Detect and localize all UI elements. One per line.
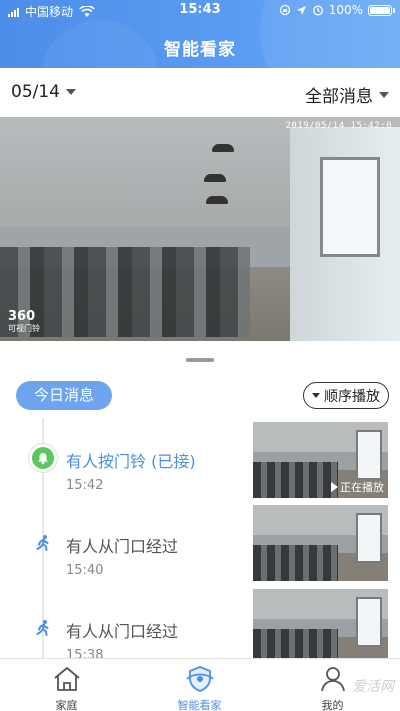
drag-handle[interactable]	[186, 358, 214, 362]
now-playing-indicator: 正在播放	[331, 479, 384, 495]
walking-person-icon	[32, 532, 54, 554]
brand-logo: 360 可视门铃	[8, 309, 40, 333]
filter-bar: 05/14 全部消息	[0, 68, 400, 116]
profile-icon	[320, 667, 345, 692]
event-label: 有人从门口经过	[66, 622, 179, 641]
tab-smart-home-watch[interactable]: 智能看家	[133, 659, 266, 711]
live-video-player[interactable]: 2019/05/14 15:42:0 360 可视门铃	[0, 117, 400, 341]
shield-icon	[185, 666, 214, 692]
home-icon	[53, 667, 80, 691]
walking-person-icon	[32, 617, 54, 639]
sequence-play-button[interactable]: 顺序播放	[303, 382, 389, 409]
message-type-value: 全部消息	[305, 87, 373, 107]
ceiling-lamp	[204, 174, 226, 182]
page-title: 智能看家	[164, 40, 236, 60]
message-type-dropdown[interactable]: 全部消息	[305, 82, 389, 107]
event-thumbnail[interactable]: 正在播放	[253, 422, 388, 498]
event-time: 15:40	[66, 563, 104, 578]
caret-down-icon	[66, 89, 76, 95]
app-header: 中国移动 15:43 100% 智能看家	[0, 0, 400, 68]
location-icon	[296, 5, 306, 15]
list-item[interactable]: 有人从门口经过 15:40	[0, 505, 400, 585]
caret-down-icon	[312, 393, 320, 398]
today-messages-label: 今日消息	[16, 381, 112, 410]
tab-home[interactable]: 家庭	[0, 659, 133, 711]
list-item[interactable]: 有人从门口经过 15:38	[0, 589, 400, 669]
event-thumbnail[interactable]	[253, 505, 388, 581]
event-label: 有人按门铃 (已接)	[66, 452, 196, 471]
status-bar: 中国移动 15:43 100%	[0, 0, 400, 22]
play-icon	[331, 482, 338, 492]
watermark: 爱活网	[352, 679, 394, 695]
orientation-lock-icon	[279, 4, 290, 16]
date-dropdown[interactable]: 05/14	[11, 82, 76, 102]
event-label: 有人从门口经过	[66, 537, 179, 556]
battery-icon	[368, 4, 395, 16]
caret-down-icon	[379, 91, 389, 98]
video-timestamp: 2019/05/14 15:42:0	[285, 121, 392, 131]
bottom-tab-bar: 家庭 智能看家 我的	[0, 658, 400, 711]
battery-percent: 100%	[328, 3, 363, 17]
event-time: 15:42	[66, 478, 104, 493]
list-item[interactable]: 有人按门铃 (已接) 15:42 正在播放	[0, 422, 400, 502]
date-value: 05/14	[11, 82, 60, 102]
ceiling-lamp	[206, 196, 228, 204]
event-thumbnail[interactable]	[253, 589, 388, 665]
alarm-icon	[312, 5, 323, 16]
ceiling-lamp	[212, 144, 234, 152]
bell-icon	[32, 447, 54, 469]
